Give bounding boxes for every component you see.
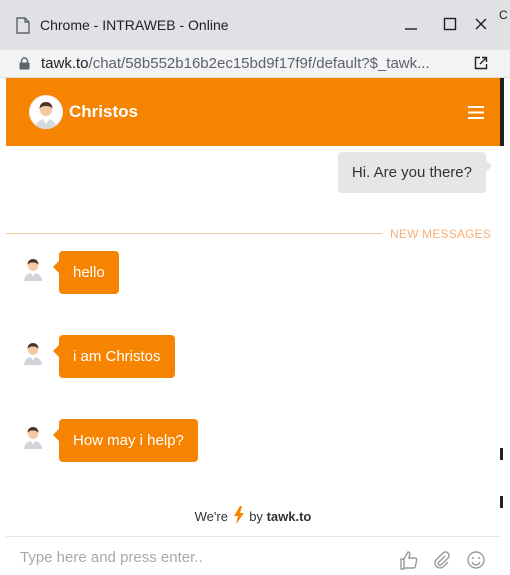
bolt-icon xyxy=(233,506,244,527)
agent-avatar-icon xyxy=(22,255,44,281)
agent-avatar-icon xyxy=(22,423,44,449)
powered-prefix: We're xyxy=(194,509,228,524)
lock-icon xyxy=(19,57,30,75)
agent-message-bubble: i am Christos xyxy=(53,335,175,378)
maximize-button[interactable] xyxy=(438,12,462,36)
agent-message-bubble: How may i help? xyxy=(53,419,198,462)
agent-avatar-icon xyxy=(22,339,44,365)
open-external-icon[interactable] xyxy=(474,56,488,75)
minimize-button[interactable] xyxy=(399,12,423,36)
agent-message-bubble: hello xyxy=(53,251,119,294)
message-input-bar xyxy=(6,536,500,570)
window-titlebar: Chrome - INTRAWEB - Online C xyxy=(0,0,510,50)
url-text[interactable]: tawk.to/chat/58b552b16b2ec15bd9f17f9f/de… xyxy=(41,55,451,72)
menu-icon[interactable] xyxy=(468,106,484,124)
url-host: tawk.to xyxy=(41,55,89,72)
powered-by-footer[interactable]: We're by tawk.to xyxy=(6,506,500,527)
address-bar: tawk.to/chat/58b552b16b2ec15bd9f17f9f/de… xyxy=(0,50,510,78)
thumbs-up-icon[interactable] xyxy=(399,550,419,575)
url-path: /chat/58b552b16b2ec15bd9f17f9f/default?$… xyxy=(88,55,430,72)
smiley-icon[interactable] xyxy=(466,550,486,575)
chat-messages: Hi. Are you there? NEW MESSAGES hello i … xyxy=(6,146,500,546)
agent-avatar-icon xyxy=(29,95,63,129)
new-messages-label: NEW MESSAGES xyxy=(390,227,492,241)
page-icon xyxy=(16,17,30,39)
visitor-message-bubble: Hi. Are you there? xyxy=(337,152,493,193)
agent-name: Christos xyxy=(69,102,138,121)
window-title: Chrome - INTRAWEB - Online xyxy=(40,17,229,33)
close-button[interactable] xyxy=(469,12,493,36)
chat-header: Christos xyxy=(6,78,500,146)
background-window-edge xyxy=(500,78,510,564)
powered-by-word: by xyxy=(249,509,263,524)
powered-brand-link[interactable]: tawk.to xyxy=(267,509,312,524)
message-input[interactable] xyxy=(20,549,380,566)
new-messages-divider xyxy=(6,233,382,234)
window-edge-glyph: C xyxy=(499,8,508,22)
paperclip-icon[interactable] xyxy=(431,550,451,575)
